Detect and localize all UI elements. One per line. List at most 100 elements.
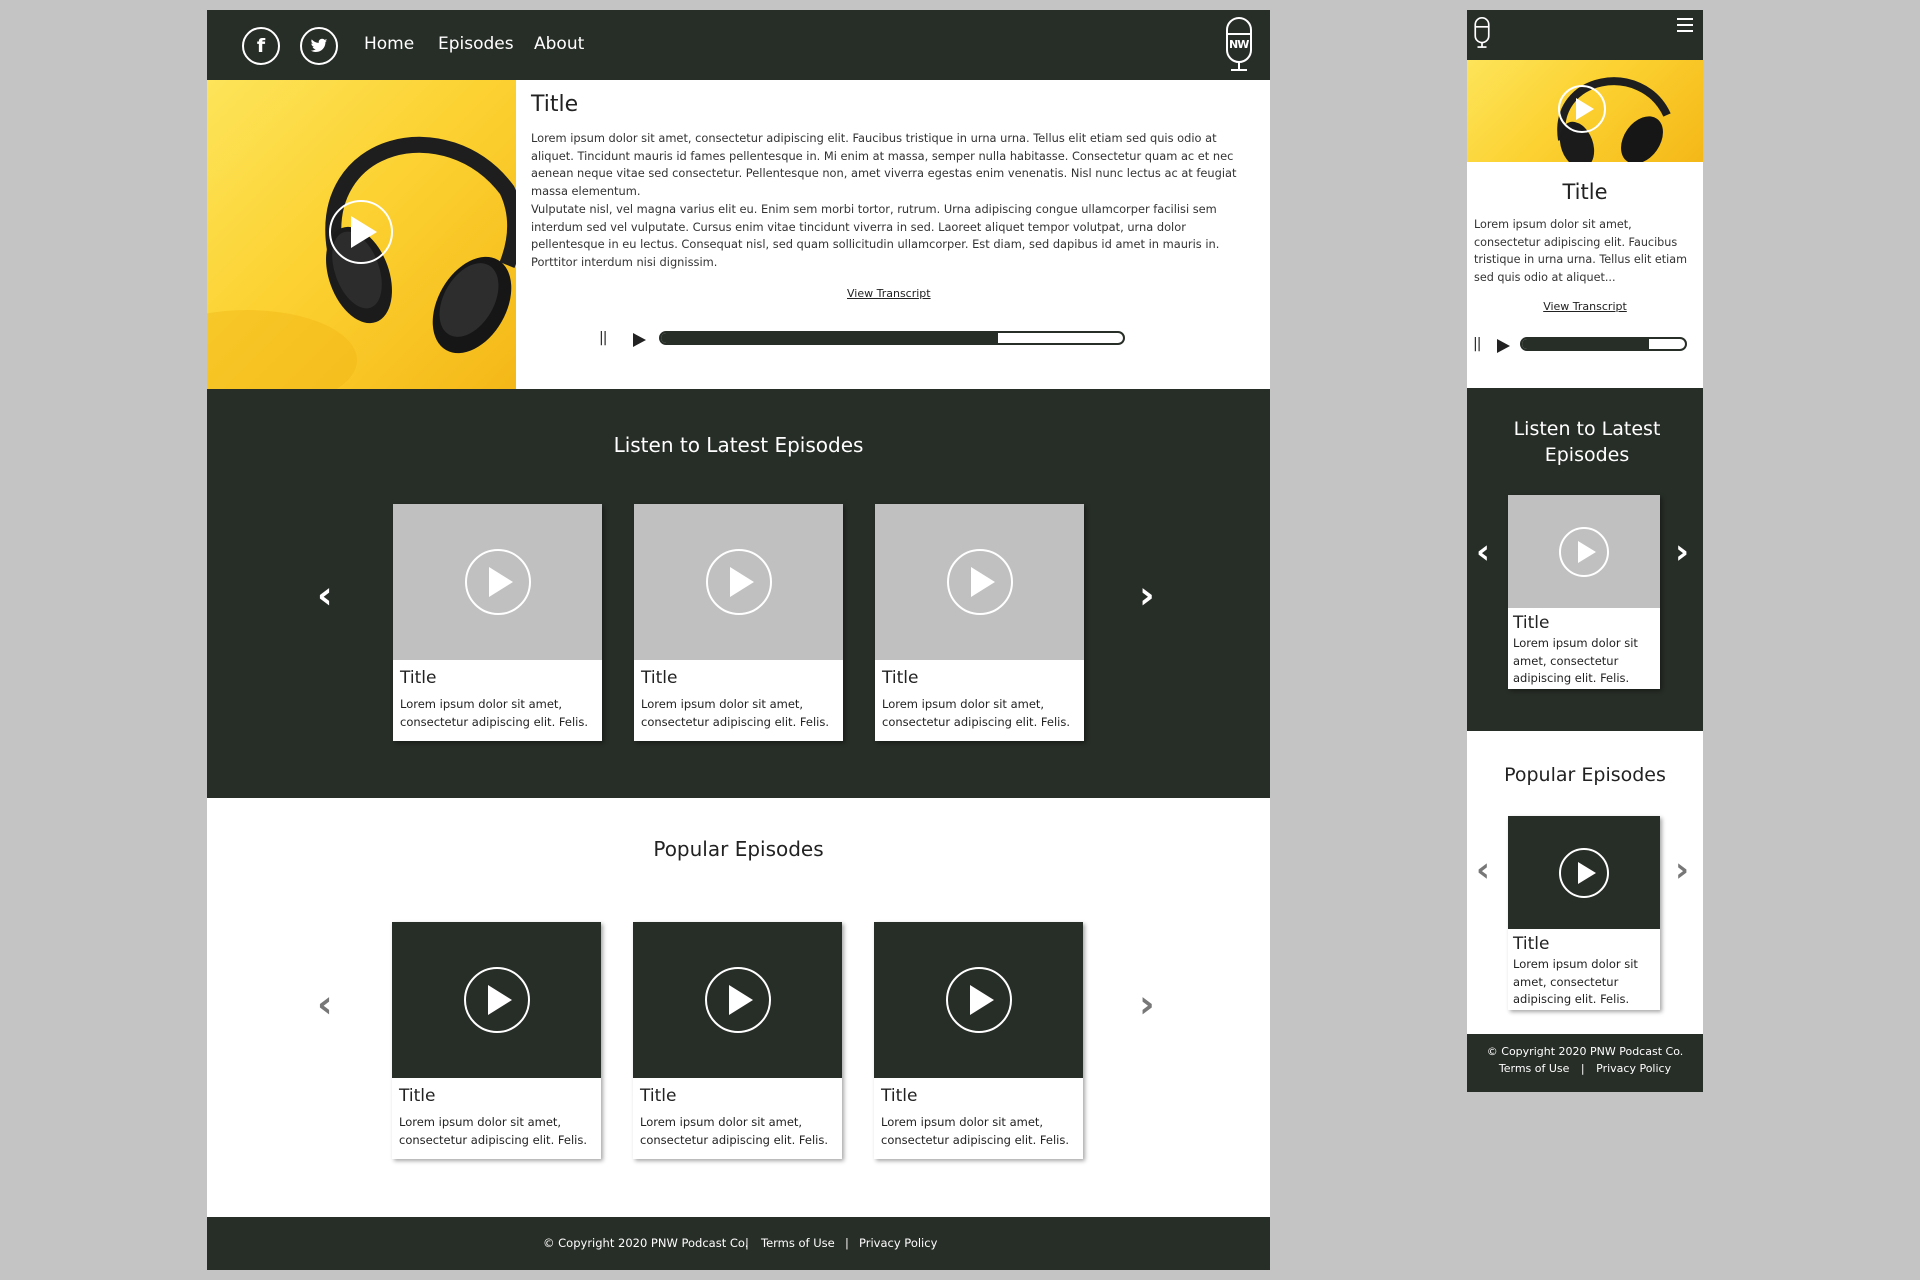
logo-text: NW <box>1229 38 1249 51</box>
mobile-hero-paragraph: Lorem ipsum dolor sit amet, consectetur … <box>1474 218 1688 284</box>
play-circle-icon[interactable] <box>945 967 1012 1033</box>
latest-episodes-heading: Listen to Latest Episodes <box>613 433 864 457</box>
episode-description: Lorem ipsum dolor sit amet, consectetur … <box>882 697 1070 729</box>
mobile-popular-prev-chevron-icon[interactable]: ‹ <box>1476 851 1490 889</box>
mobile-latest-next-chevron-icon[interactable]: › <box>1675 533 1689 571</box>
episode-title: Title <box>881 1086 918 1106</box>
mobile-popular-next-chevron-icon[interactable]: › <box>1675 851 1689 889</box>
episode-thumbnail <box>1508 816 1660 929</box>
episode-thumbnail <box>633 922 842 1078</box>
mobile-footer-terms-link[interactable]: Terms of Use <box>1499 1062 1570 1075</box>
hamburger-menu-icon[interactable] <box>1677 18 1693 32</box>
playback-progress-bar[interactable] <box>659 331 1125 345</box>
episode-title: Title <box>641 668 678 688</box>
mobile-pause-button[interactable]: || <box>1473 336 1482 352</box>
mobile-footer-links: Terms of Use | Privacy Policy <box>1467 1062 1703 1075</box>
progress-fill <box>1522 339 1650 349</box>
play-circle-icon[interactable] <box>704 967 771 1033</box>
episode-description: Lorem ipsum dolor sit amet, consectetur … <box>640 1115 828 1147</box>
mobile-footer: © Copyright 2020 PNW Podcast Co. Terms o… <box>1467 1034 1703 1092</box>
mobile-popular-episode-card[interactable]: Title Lorem ipsum dolor sit amet, consec… <box>1508 816 1660 1010</box>
popular-next-chevron-icon[interactable]: › <box>1139 985 1155 1023</box>
episode-thumbnail <box>874 922 1083 1078</box>
episode-description: Lorem ipsum dolor sit amet, consectetur … <box>641 697 829 729</box>
episode-title: Title <box>882 668 919 688</box>
mobile-hero-image <box>1467 60 1703 162</box>
footer-copyright: © Copyright 2020 PNW Podcast Co. <box>543 1236 749 1250</box>
mobile-play-button[interactable] <box>1497 339 1510 353</box>
footer-privacy-link[interactable]: Privacy Policy <box>859 1236 937 1250</box>
nav-about-link[interactable]: About <box>534 34 584 54</box>
episode-description: Lorem ipsum dolor sit amet, consectetur … <box>1513 957 1638 1006</box>
latest-episode-card[interactable]: Title Lorem ipsum dolor sit amet, consec… <box>634 504 843 741</box>
microphone-logo <box>1474 16 1490 48</box>
hero-title: Title <box>531 92 579 117</box>
facebook-icon[interactable]: f <box>242 27 280 65</box>
desktop-navbar: f Home Episodes About NW <box>207 10 1270 80</box>
popular-episode-card[interactable]: Title Lorem ipsum dolor sit amet, consec… <box>392 922 601 1159</box>
mobile-footer-copyright: © Copyright 2020 PNW Podcast Co. <box>1486 1045 1684 1058</box>
play-circle-icon[interactable] <box>463 967 530 1033</box>
twitter-bird-icon <box>310 38 328 52</box>
episode-thumbnail <box>392 922 601 1078</box>
podcast-logo-icon[interactable] <box>1473 16 1491 54</box>
footer-separator: | <box>745 1236 749 1250</box>
desktop-footer: © Copyright 2020 PNW Podcast Co. | Terms… <box>207 1217 1270 1270</box>
desktop-mockup: f Home Episodes About NW Title Lorem ips… <box>207 10 1270 1270</box>
episode-title: Title <box>640 1086 677 1106</box>
twitter-icon[interactable] <box>300 27 338 65</box>
footer-terms-link[interactable]: Terms of Use <box>761 1236 835 1250</box>
play-button[interactable] <box>633 333 646 347</box>
episode-title: Title <box>399 1086 436 1106</box>
facebook-glyph: f <box>256 35 266 57</box>
episode-thumbnail <box>1508 495 1660 608</box>
episode-title: Title <box>400 668 437 688</box>
podcast-logo-icon[interactable]: NW <box>1223 16 1255 78</box>
mobile-footer-privacy-link[interactable]: Privacy Policy <box>1596 1062 1671 1075</box>
popular-prev-chevron-icon[interactable]: ‹ <box>317 985 333 1023</box>
hero-play-button[interactable] <box>329 200 393 264</box>
play-circle-icon[interactable] <box>1559 847 1609 898</box>
mobile-hero-title: Title <box>1562 180 1608 204</box>
footer-separator: | <box>845 1236 849 1250</box>
nav-home-link[interactable]: Home <box>364 34 414 54</box>
nav-episodes-link[interactable]: Episodes <box>438 34 514 54</box>
popular-episodes-heading: Popular Episodes <box>653 837 824 861</box>
mobile-latest-heading: Listen to Latest Episodes <box>1513 418 1661 466</box>
play-circle-icon[interactable] <box>946 549 1013 615</box>
mobile-latest-prev-chevron-icon[interactable]: ‹ <box>1476 533 1490 571</box>
latest-episode-card[interactable]: Title Lorem ipsum dolor sit amet, consec… <box>393 504 602 741</box>
latest-prev-chevron-icon[interactable]: ‹ <box>317 576 333 614</box>
hero-headphones-image <box>207 80 516 389</box>
popular-episode-card[interactable]: Title Lorem ipsum dolor sit amet, consec… <box>874 922 1083 1159</box>
mobile-footer-separator: | <box>1580 1062 1585 1075</box>
latest-next-chevron-icon[interactable]: › <box>1139 576 1155 614</box>
latest-episodes-section: Listen to Latest Episodes ‹ › Title Lore… <box>207 389 1270 798</box>
desktop-hero: Title Lorem ipsum dolor sit amet, consec… <box>207 80 1270 389</box>
mobile-playback-progress-bar[interactable] <box>1520 337 1687 351</box>
view-transcript-link[interactable]: View Transcript <box>847 287 931 300</box>
play-circle-icon[interactable] <box>705 549 772 615</box>
latest-episode-card[interactable]: Title Lorem ipsum dolor sit amet, consec… <box>875 504 1084 741</box>
mobile-latest-section: Listen to Latest Episodes ‹ › Title Lore… <box>1467 388 1703 731</box>
play-circle-icon[interactable] <box>464 549 531 615</box>
mobile-navbar <box>1467 10 1703 60</box>
pause-button[interactable]: || <box>599 330 608 346</box>
mobile-latest-episode-card[interactable]: Title Lorem ipsum dolor sit amet, consec… <box>1508 495 1660 689</box>
mobile-popular-heading: Popular Episodes <box>1504 764 1666 786</box>
hero-paragraph-2: Vulputate nisl, vel magna varius elit eu… <box>531 202 1220 269</box>
episode-description: Lorem ipsum dolor sit amet, consectetur … <box>400 697 588 729</box>
popular-episodes-section: Popular Episodes ‹ › Title Lorem ipsum d… <box>207 798 1270 1217</box>
hero-paragraph-1: Lorem ipsum dolor sit amet, consectetur … <box>531 131 1237 198</box>
episode-title: Title <box>1513 613 1550 633</box>
hero-play-button[interactable] <box>1558 85 1606 133</box>
popular-episode-card[interactable]: Title Lorem ipsum dolor sit amet, consec… <box>633 922 842 1159</box>
episode-description: Lorem ipsum dolor sit amet, consectetur … <box>399 1115 587 1147</box>
play-circle-icon[interactable] <box>1559 526 1609 577</box>
episode-thumbnail <box>393 504 602 660</box>
episode-thumbnail <box>634 504 843 660</box>
mobile-mockup: Title Lorem ipsum dolor sit amet, consec… <box>1467 10 1703 1092</box>
episode-thumbnail <box>875 504 1084 660</box>
mobile-view-transcript-link[interactable]: View Transcript <box>1467 300 1703 313</box>
episode-title: Title <box>1513 934 1550 954</box>
